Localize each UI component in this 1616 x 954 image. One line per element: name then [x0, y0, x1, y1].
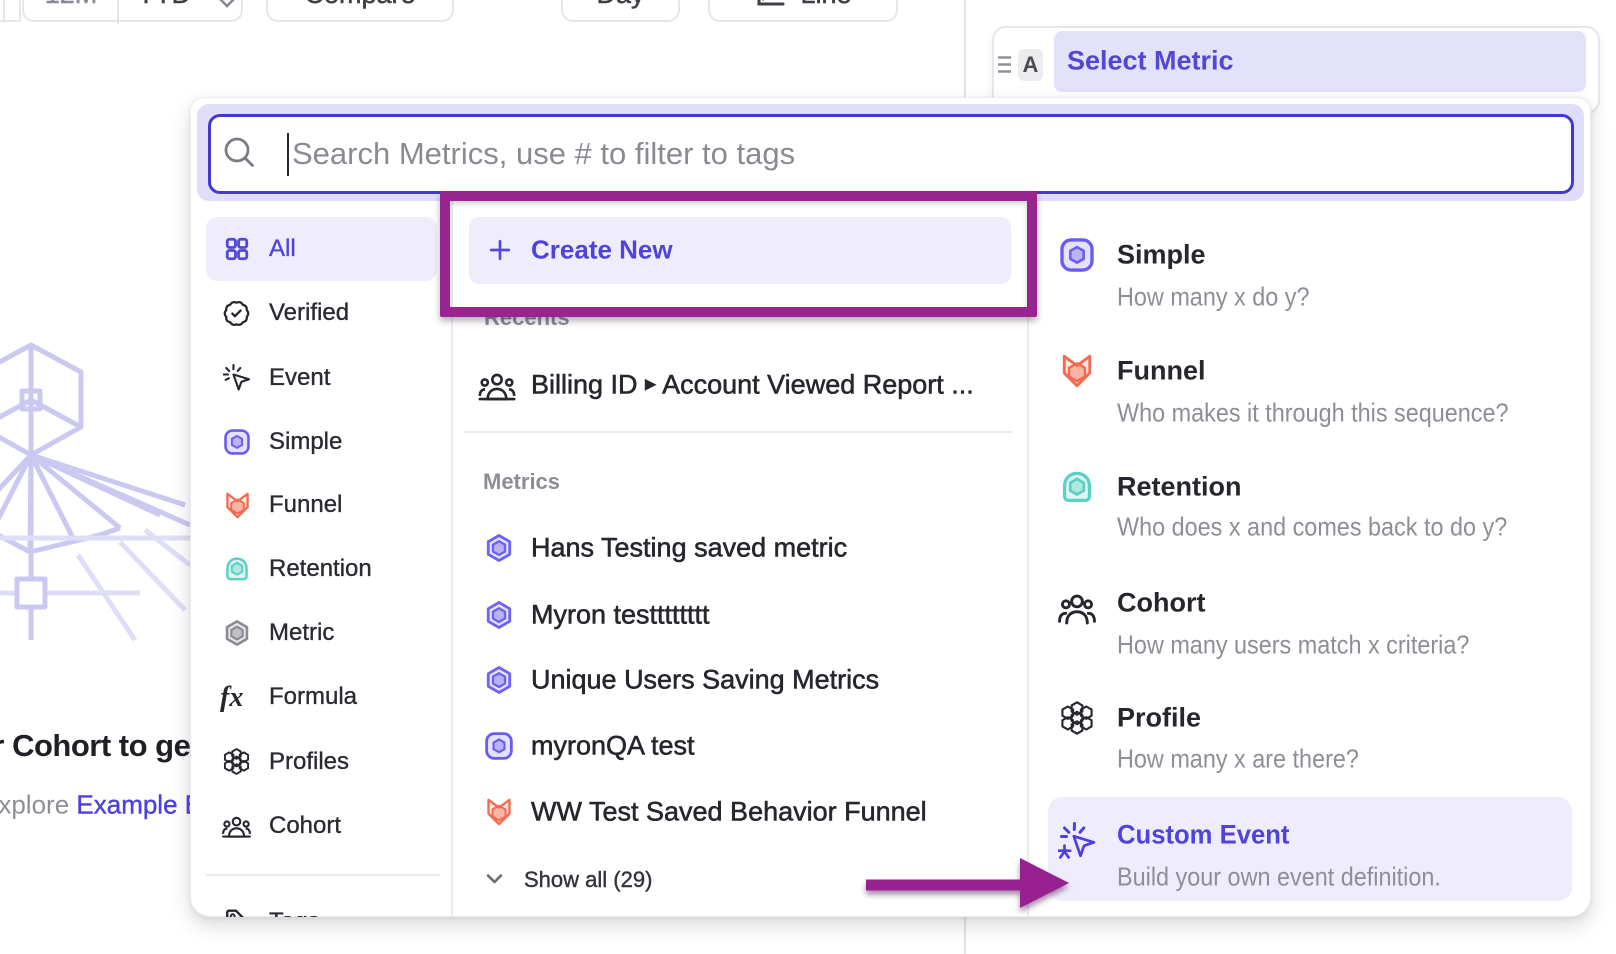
svg-text:fx: fx	[220, 682, 243, 713]
